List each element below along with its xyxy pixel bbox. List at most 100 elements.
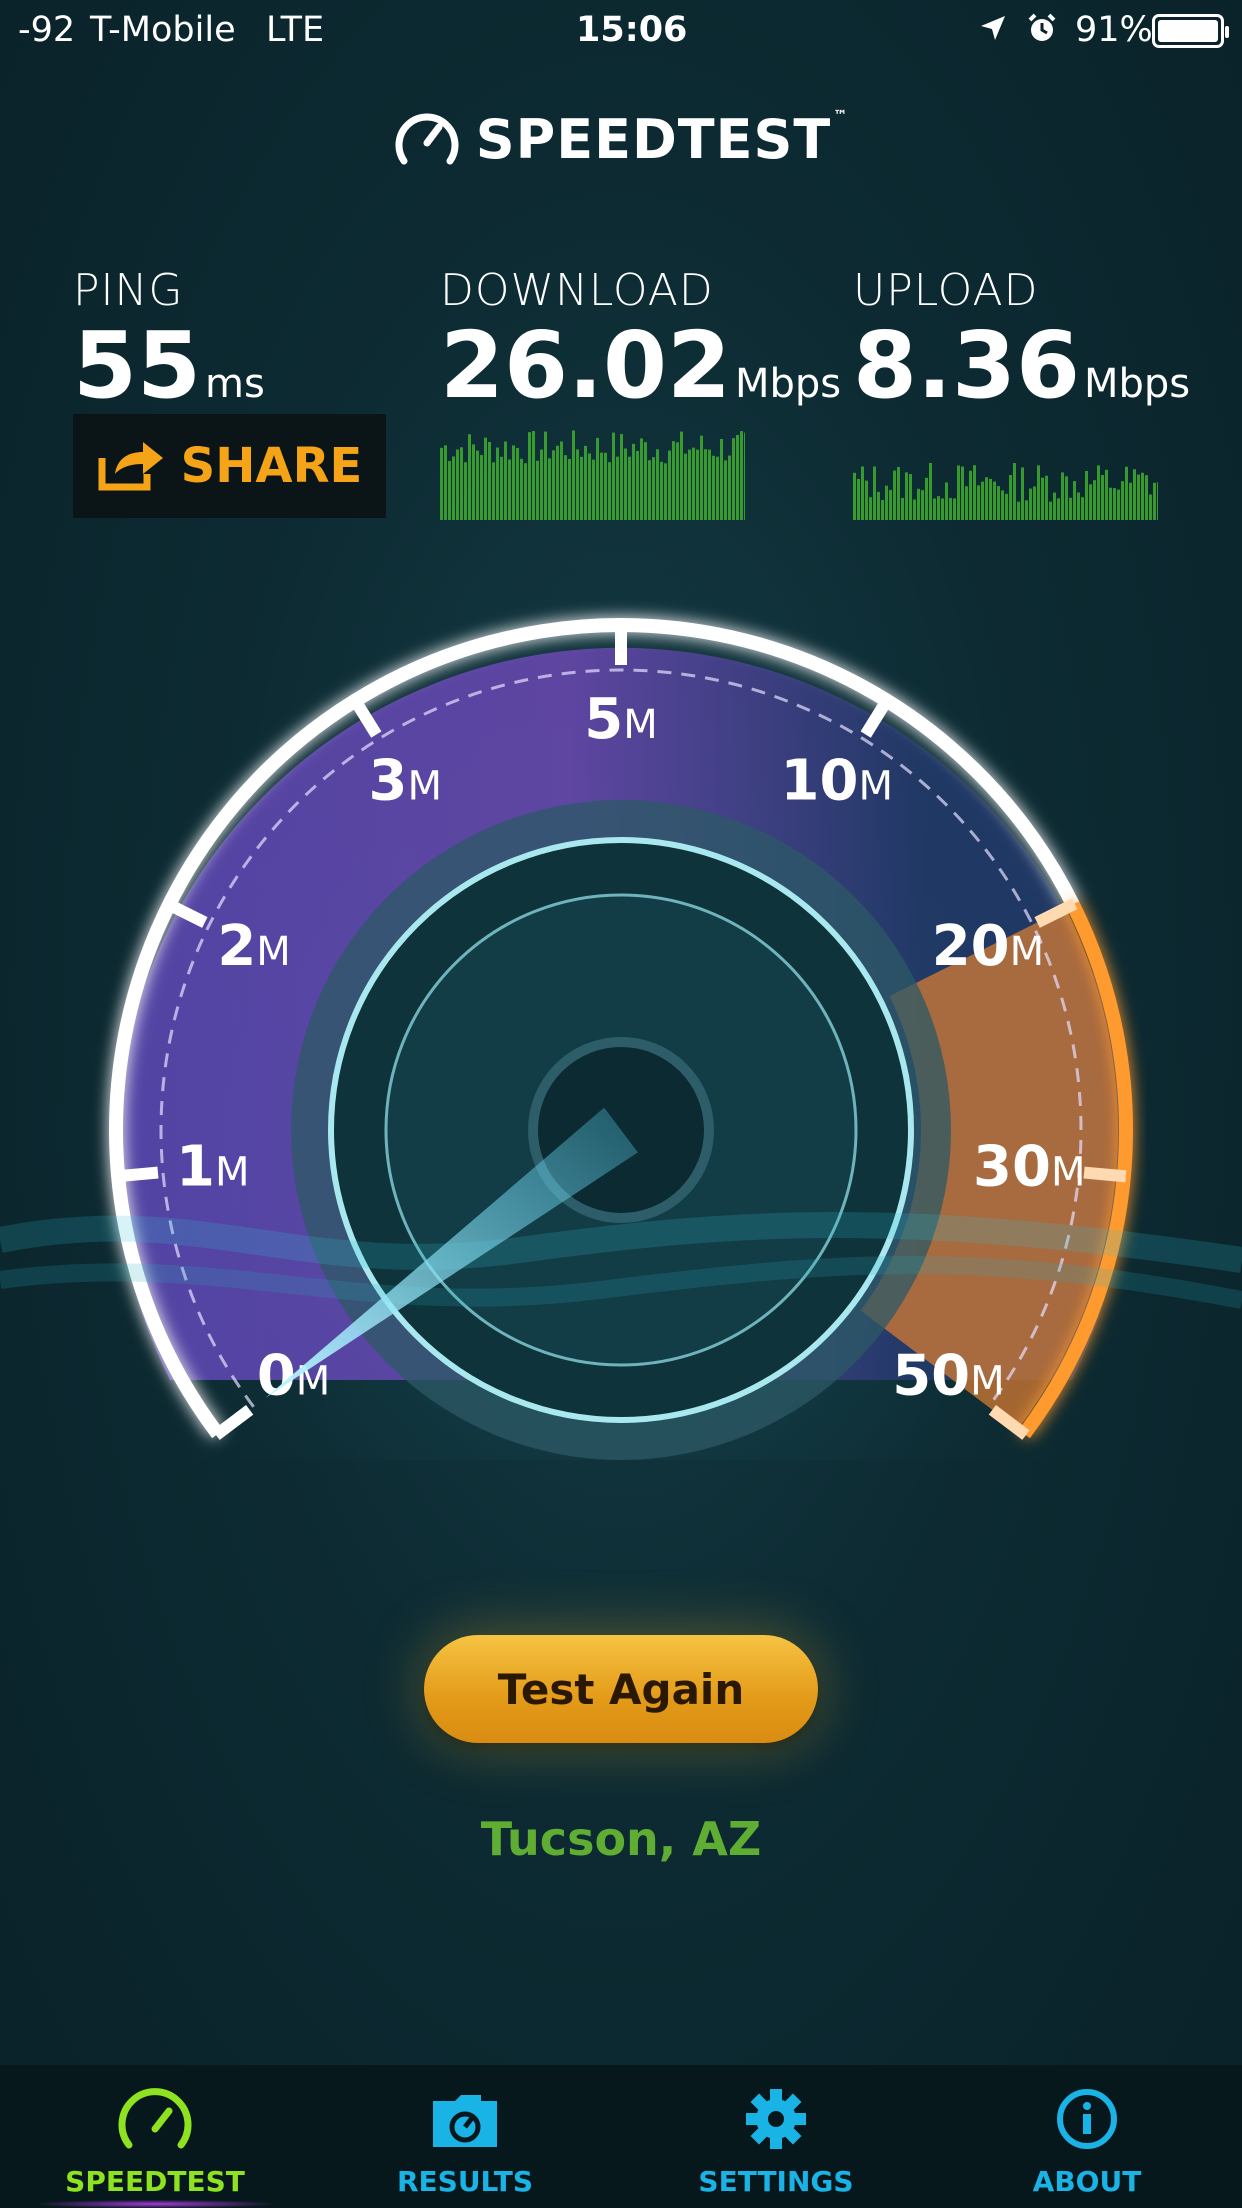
download-value: 26.02 Mbps (440, 312, 842, 419)
graph-bar (680, 431, 683, 520)
ping-value: 55 ms (73, 312, 265, 419)
graph-bar (1089, 484, 1092, 520)
graph-bar (873, 466, 876, 520)
graph-bar (1153, 482, 1156, 520)
graph-bar (556, 445, 559, 520)
graph-bar (1141, 472, 1144, 520)
graph-bar (588, 453, 591, 520)
tab-about-label: ABOUT (1032, 2165, 1142, 2198)
graph-bar (941, 498, 944, 520)
graph-bar (1041, 477, 1044, 520)
share-icon (97, 436, 167, 496)
graph-bar (969, 470, 972, 520)
graph-bar (1053, 492, 1056, 520)
graph-bar (981, 481, 984, 520)
tab-results[interactable]: RESULTS (310, 2065, 620, 2208)
graph-bar (524, 463, 527, 520)
graph-bar (961, 466, 964, 520)
tab-about[interactable]: ABOUT (932, 2065, 1242, 2208)
graph-bar (1029, 488, 1032, 520)
graph-bar (1045, 475, 1048, 520)
graph-bar (672, 441, 675, 520)
graph-bar (616, 456, 619, 520)
graph-bar (580, 456, 583, 520)
tab-results-label: RESULTS (396, 2165, 534, 2198)
graph-bar (973, 465, 976, 520)
download-graph (440, 430, 745, 520)
carrier-name: T-Mobile (90, 10, 236, 50)
graph-bar (460, 447, 463, 520)
graph-bar (1009, 475, 1012, 520)
graph-bar (736, 434, 739, 520)
download-label: DOWNLOAD (440, 265, 714, 316)
app-title: SPEEDTEST ™ (475, 108, 849, 171)
graph-bar (444, 445, 447, 520)
graph-bar (584, 445, 587, 520)
graph-bar (1081, 497, 1084, 520)
graph-bar (913, 499, 916, 520)
graph-bar (929, 463, 932, 520)
graph-bar (1061, 472, 1064, 520)
graph-bar (640, 438, 643, 520)
graph-bar (592, 459, 595, 520)
graph-bar (989, 478, 992, 520)
graph-bar (953, 498, 956, 520)
graph-bar (676, 442, 679, 520)
graph-bar (520, 458, 523, 520)
graph-bar (476, 450, 479, 520)
graph-bar (456, 449, 459, 520)
graph-bar (1037, 465, 1040, 520)
graph-bar (1113, 488, 1116, 520)
graph-bar (881, 499, 884, 520)
graph-bar (720, 438, 723, 520)
graph-bar (1077, 492, 1080, 520)
graph-bar (917, 488, 920, 520)
graph-bar (1133, 469, 1136, 520)
graph-bar (1065, 476, 1068, 520)
results-folder-icon (433, 2095, 497, 2147)
graph-bar (937, 496, 940, 520)
graph-bar (1121, 481, 1124, 520)
graph-bar (612, 432, 615, 520)
graph-bar (905, 472, 908, 520)
graph-bar (492, 462, 495, 520)
graph-bar (933, 498, 936, 520)
share-button[interactable]: SHARE (73, 414, 386, 518)
graph-bar (528, 432, 531, 520)
gauge-tick (115, 1166, 159, 1183)
graph-bar (660, 461, 663, 520)
graph-bar (732, 438, 735, 520)
graph-bar (1005, 493, 1008, 520)
graph-bar (1021, 467, 1024, 520)
ping-label: PING (73, 265, 184, 316)
graph-bar (1097, 465, 1100, 520)
graph-bar (604, 452, 607, 520)
graph-bar (728, 455, 731, 520)
graph-bar (508, 459, 511, 520)
graph-bar (648, 460, 651, 520)
graph-bar (853, 472, 856, 520)
upload-label: UPLOAD (853, 265, 1039, 316)
graph-bar (668, 450, 671, 520)
graph-bar (1117, 489, 1120, 520)
network-type: LTE (266, 10, 325, 50)
graph-bar (716, 456, 719, 520)
graph-bar (452, 456, 455, 520)
gauge-tick (1083, 1166, 1127, 1183)
test-again-button[interactable]: Test Again (424, 1635, 818, 1743)
upload-value: 8.36 Mbps (853, 312, 1191, 419)
speedometer-icon (118, 2088, 192, 2149)
graph-bar (548, 458, 551, 520)
graph-bar (644, 442, 647, 520)
info-icon (1057, 2089, 1117, 2149)
tab-settings[interactable]: SETTINGS (621, 2065, 931, 2208)
tab-speedtest-label: SPEEDTEST (65, 2165, 245, 2198)
download-stat: DOWNLOAD 26.02 Mbps (440, 265, 841, 412)
gear-icon (746, 2089, 806, 2149)
graph-bar (536, 460, 539, 520)
graph-bar (1105, 469, 1108, 520)
graph-bar (620, 434, 623, 520)
graph-bar (624, 448, 627, 520)
tab-speedtest[interactable]: SPEEDTEST (0, 2065, 310, 2208)
graph-bar (901, 497, 904, 520)
